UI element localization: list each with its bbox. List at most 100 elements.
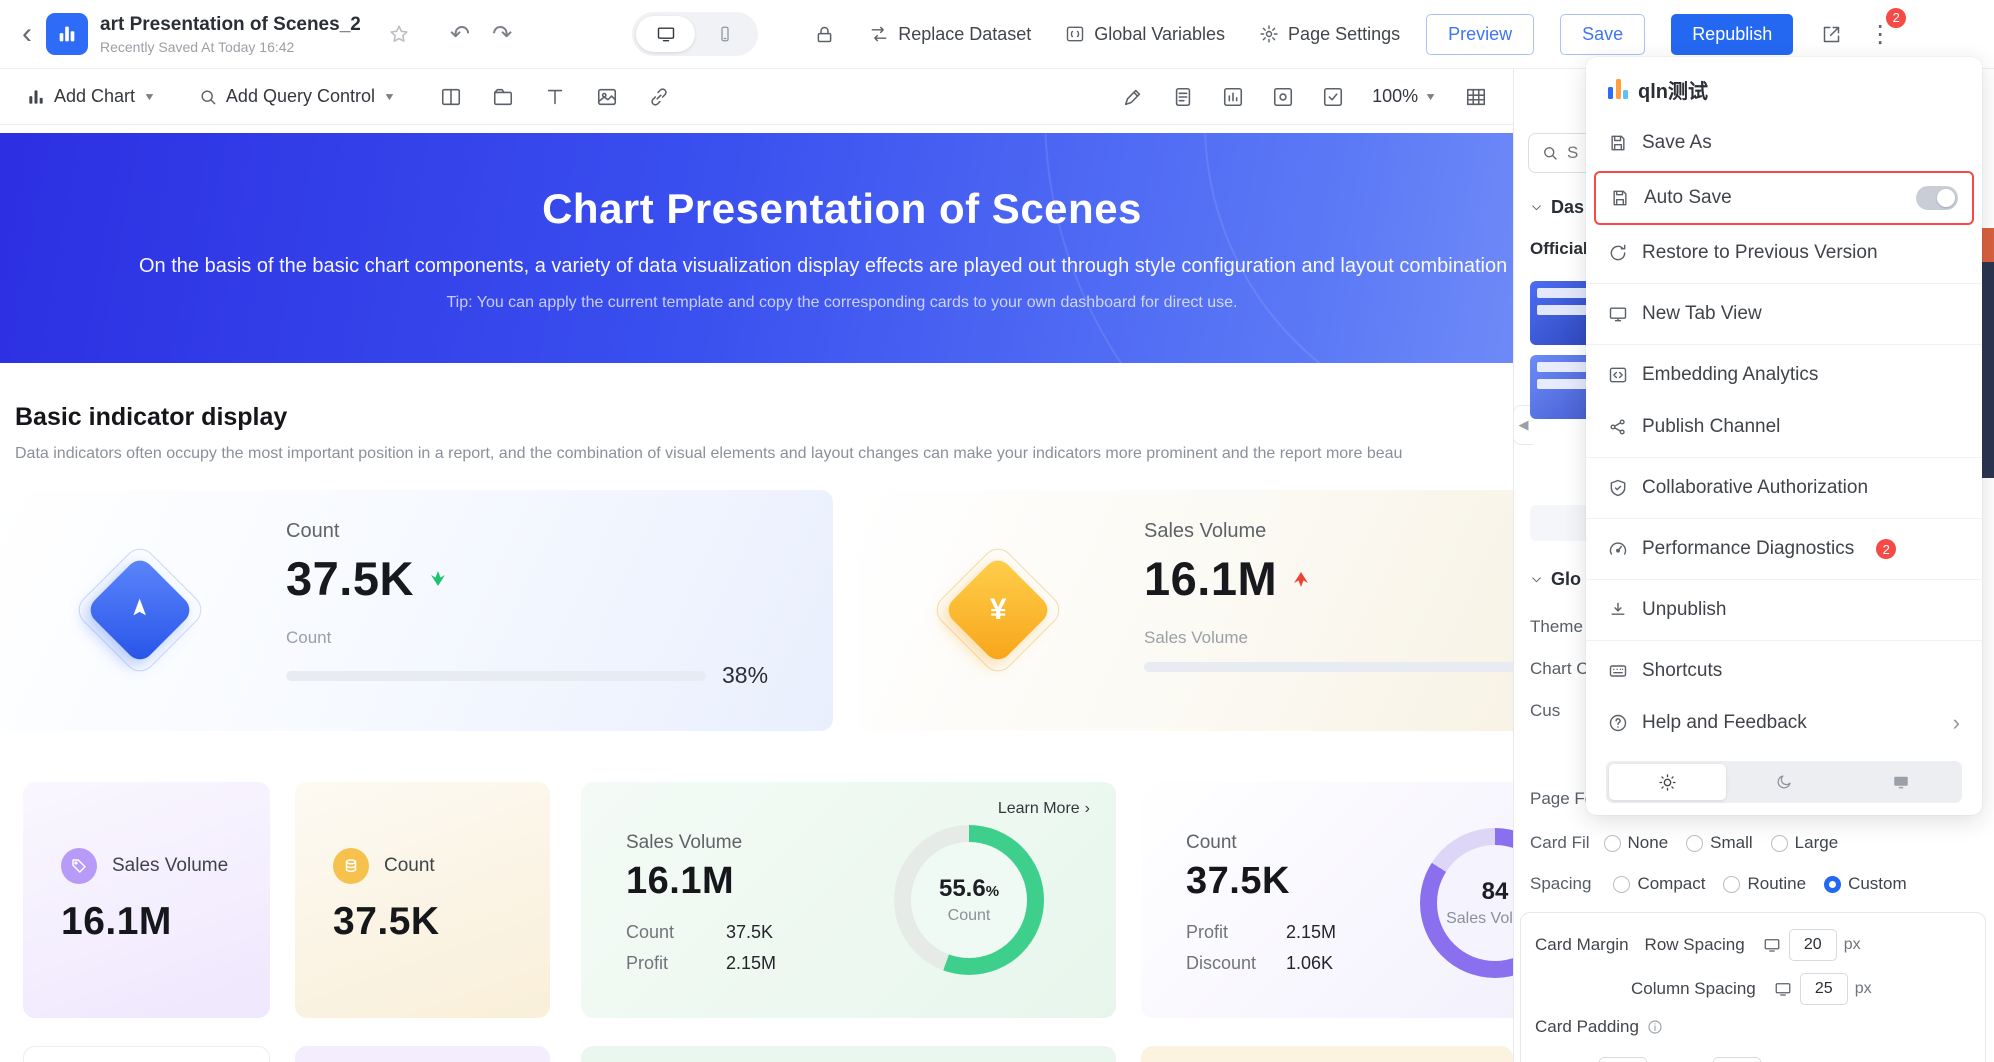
style-brush-icon[interactable]	[1122, 86, 1144, 108]
global-variables-button[interactable]: Global Variables	[1065, 24, 1225, 45]
outline-doc-icon[interactable]	[1172, 86, 1194, 108]
dashboard-section-toggle[interactable]: Das	[1530, 197, 1584, 218]
device-toggle[interactable]	[632, 12, 759, 56]
kpi-label: Count	[286, 520, 340, 542]
kpi-icon-block: ¥	[930, 542, 1066, 678]
detail-row: Profit 2.15M	[626, 953, 777, 973]
menu-item-new-tab-view[interactable]: New Tab View	[1586, 288, 1982, 340]
spacing-custom-radio[interactable]	[1824, 875, 1842, 893]
add-query-control-button[interactable]: Add Query Control ▼	[198, 86, 396, 107]
theme-switcher	[1606, 761, 1962, 803]
menu-item-shortcuts[interactable]: Shortcuts	[1586, 645, 1982, 697]
replace-dataset-label: Replace Dataset	[898, 23, 1032, 44]
padding-left-input[interactable]	[1712, 1057, 1761, 1062]
card-stub[interactable]	[23, 1046, 270, 1062]
info-icon	[1648, 1020, 1662, 1034]
detail-value: 16.1M	[626, 860, 735, 902]
republish-button[interactable]: Republish	[1671, 13, 1794, 55]
spacing-row: Spacing Compact Routine Custom	[1530, 874, 1907, 893]
add-chart-button[interactable]: Add Chart ▼	[26, 86, 156, 107]
card-stub[interactable]	[1141, 1046, 1513, 1062]
layout-split-icon[interactable]	[440, 86, 462, 108]
checkbox-setting-icon[interactable]	[1322, 86, 1344, 108]
tab-container-icon[interactable]	[492, 86, 514, 108]
chevron-right-icon: ›	[1084, 800, 1090, 817]
auto-save-toggle[interactable]	[1916, 186, 1958, 210]
detail-card-sales-volume[interactable]: Learn More › Sales Volume 16.1M Count 37.5…	[581, 782, 1116, 1018]
undo-icon[interactable]: ↶	[450, 20, 470, 49]
kpi-card-count[interactable]: Count 37.5K Count 38%	[0, 490, 833, 731]
spacing-compact-radio[interactable]	[1613, 875, 1631, 893]
lock-icon[interactable]	[814, 24, 835, 45]
menu-header: qln测试	[1586, 61, 1982, 117]
mini-card-label: Count	[384, 855, 435, 876]
moon-icon	[1777, 775, 1791, 789]
mini-card-sales-volume[interactable]: Sales Volume 16.1M	[23, 782, 270, 1018]
chevron-down-icon	[1532, 205, 1541, 211]
learn-more-link[interactable]: Learn More ›	[998, 800, 1090, 818]
card-stub[interactable]	[295, 1046, 550, 1062]
favorite-star-icon[interactable]	[388, 23, 410, 45]
share-export-icon[interactable]	[1821, 24, 1842, 45]
watermark-icon[interactable]	[1272, 86, 1294, 108]
unit-label: px	[1843, 936, 1861, 953]
menu-item-restore-version[interactable]: Restore to Previous Version	[1586, 227, 1982, 279]
page-settings-button[interactable]: Page Settings	[1259, 24, 1400, 45]
menu-item-publish-channel[interactable]: Publish Channel	[1586, 401, 1982, 453]
unpublish-icon	[1611, 602, 1625, 615]
mini-card-count[interactable]: Count 37.5K	[295, 782, 550, 1018]
dashboard-canvas[interactable]: Chart Presentation of Scenes On the basi…	[0, 125, 1684, 1062]
mobile-view-icon[interactable]	[695, 16, 754, 52]
text-widget-icon[interactable]	[544, 86, 566, 108]
zoom-select[interactable]: 100% ▼	[1372, 86, 1437, 107]
light-theme-button[interactable]	[1609, 764, 1726, 800]
card-stub[interactable]	[581, 1046, 1116, 1062]
row-spacing-input[interactable]	[1788, 929, 1837, 961]
auto-save-icon	[1613, 190, 1627, 206]
replace-dataset-button[interactable]: Replace Dataset	[869, 24, 1031, 45]
dark-theme-button[interactable]	[1726, 764, 1843, 800]
more-menu-icon[interactable]: ⋮ 2	[1868, 7, 1907, 49]
global-section-toggle[interactable]: Glo	[1530, 569, 1581, 590]
preview-button[interactable]: Preview	[1426, 13, 1535, 55]
save-as-icon	[1611, 135, 1625, 151]
spacing-settings-group: Card Margin Row Spacing px Column Spacin…	[1520, 912, 1986, 1062]
workspace-logo-icon	[1608, 79, 1628, 99]
kpi-sub-label: Sales Volume	[1144, 628, 1248, 647]
column-spacing-input[interactable]	[1799, 973, 1848, 1005]
padding-top-input[interactable]	[1599, 1057, 1647, 1062]
fillet-small-radio[interactable]	[1686, 834, 1704, 852]
compass-icon	[125, 593, 155, 628]
auto-theme-button[interactable]	[1842, 764, 1959, 800]
link-widget-icon[interactable]	[648, 86, 670, 108]
menu-item-performance-diagnostics[interactable]: Performance Diagnostics 2	[1586, 523, 1982, 575]
more-options-menu: qln测试 Save As Auto Save Restore to Previ…	[1586, 57, 1982, 815]
workspace-name: qln测试	[1638, 80, 1708, 103]
menu-item-unpublish[interactable]: Unpublish	[1586, 584, 1982, 636]
image-widget-icon[interactable]	[596, 86, 618, 108]
back-icon[interactable]: ‹	[22, 19, 32, 49]
trend-up-icon	[1294, 571, 1309, 587]
menu-item-auto-save[interactable]: Auto Save	[1594, 171, 1974, 225]
menu-item-collaborative-authorization[interactable]: Collaborative Authorization	[1586, 462, 1982, 514]
banner-widget[interactable]: Chart Presentation of Scenes On the basi…	[0, 133, 1684, 363]
desktop-view-icon[interactable]	[636, 16, 696, 52]
share-nodes-icon	[1610, 419, 1625, 435]
grid-table-icon[interactable]	[1465, 86, 1487, 108]
kpi-sub-label: Count	[286, 628, 332, 647]
tab-official[interactable]: Official	[1530, 239, 1588, 259]
menu-item-embedding-analytics[interactable]: Embedding Analytics	[1586, 349, 1982, 401]
card-padding-label: Card Padding	[1535, 1017, 1639, 1036]
menu-item-help-feedback[interactable]: Help and Feedback ›	[1586, 697, 1982, 749]
menu-item-save-as[interactable]: Save As	[1586, 117, 1982, 169]
spacing-routine-radio[interactable]	[1723, 875, 1741, 893]
fillet-none-radio[interactable]	[1603, 834, 1621, 852]
edit-toolbar: Add Chart ▼ Add Query Control ▼ 100% ▼	[0, 69, 1513, 125]
redo-icon[interactable]: ↷	[492, 20, 512, 49]
kpi-value: 37.5K	[286, 552, 414, 605]
save-button[interactable]: Save	[1560, 13, 1646, 55]
chart-box-icon[interactable]	[1222, 86, 1244, 108]
fillet-large-radio[interactable]	[1770, 834, 1788, 852]
add-query-control-label: Add Query Control	[225, 86, 375, 106]
card-margin-label: Card Margin	[1535, 935, 1629, 954]
